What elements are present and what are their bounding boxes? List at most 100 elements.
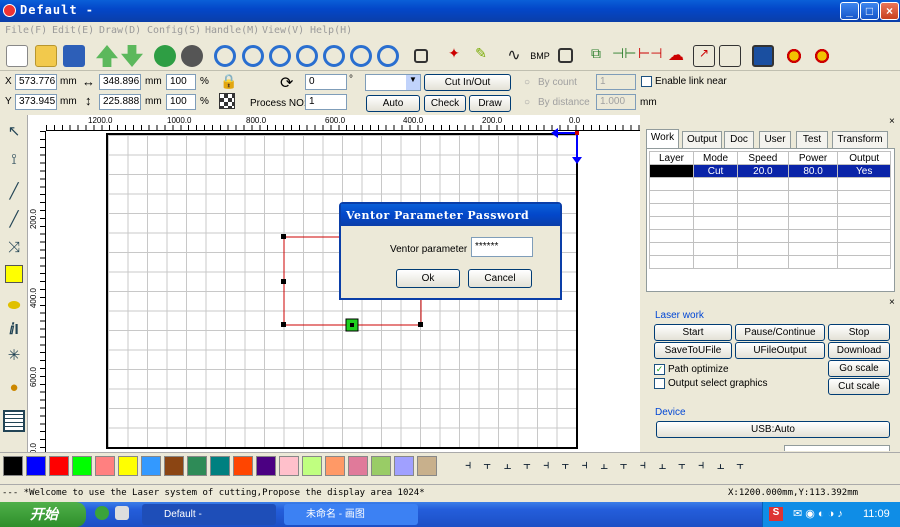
tab-doc[interactable]: Doc [724, 131, 754, 148]
close-button[interactable]: × [880, 2, 899, 20]
array-icon[interactable] [3, 410, 25, 432]
x-field[interactable]: 573.776 [15, 74, 57, 90]
desktop-icon[interactable] [115, 506, 129, 520]
select-box-icon[interactable] [414, 49, 428, 63]
auto-button[interactable]: Auto [366, 95, 420, 112]
save-icon[interactable] [63, 45, 85, 67]
ie-icon[interactable] [95, 506, 109, 520]
laser-head-icon[interactable] [783, 45, 805, 67]
by-count-radio[interactable]: ○ [524, 77, 530, 88]
save-to-ufile-button[interactable]: SaveToUFile [654, 342, 732, 359]
color-swatch[interactable] [95, 456, 115, 476]
task-paint[interactable]: 未命名 - 画图 [284, 504, 418, 525]
by-distance-field[interactable]: 1.000 [596, 94, 636, 110]
scale-y-field[interactable]: 100 [166, 94, 196, 110]
point-icon[interactable]: ✦ [443, 45, 465, 67]
tray-s-icon[interactable]: S [769, 507, 783, 521]
path-optimize-checkbox[interactable]: ✓ [654, 364, 665, 375]
ellipse-icon[interactable]: ⬬ [3, 295, 25, 317]
minimize-button[interactable]: _ [840, 2, 859, 20]
zoom-all-icon[interactable] [377, 45, 399, 67]
distribute-icon[interactable]: ⊢⊣ [638, 45, 662, 67]
new-file-icon[interactable] [6, 45, 28, 67]
zoom-icon[interactable] [214, 45, 236, 67]
pen-icon[interactable]: ✎ [470, 45, 492, 67]
color-swatch[interactable] [164, 456, 184, 476]
draw-button[interactable]: Draw [469, 95, 511, 112]
undo-icon[interactable] [154, 45, 176, 67]
table-row[interactable]: Cut 20.0 80.0 Yes [648, 164, 891, 178]
frame-icon[interactable] [558, 48, 573, 63]
color-swatch[interactable] [3, 456, 23, 476]
tab-transform[interactable]: Transform [832, 131, 888, 148]
properties-icon[interactable] [719, 45, 741, 67]
tab-user[interactable]: User [759, 131, 791, 148]
ufile-output-button[interactable]: UFileOutput [735, 342, 825, 359]
color-swatch[interactable] [348, 456, 368, 476]
zoom-fit-icon[interactable] [296, 45, 318, 67]
bmp-icon[interactable]: BMP [529, 45, 551, 67]
zoom-page-icon[interactable] [323, 45, 345, 67]
color-swatch[interactable] [256, 456, 276, 476]
laser-head-2-icon[interactable] [811, 45, 833, 67]
cancel-button[interactable]: Cancel [468, 269, 532, 288]
cut-scale-button[interactable]: Cut scale [828, 378, 890, 395]
speed-cell[interactable]: 20.0 [737, 164, 789, 178]
task-default[interactable]: Default - [142, 504, 276, 525]
y-field[interactable]: 373.945 [15, 94, 57, 110]
curve-icon[interactable]: ∿ [503, 45, 525, 67]
line-icon[interactable]: ╱ [3, 181, 25, 203]
chevron-down-icon[interactable]: ▼ [406, 75, 420, 90]
menu-handle[interactable]: Handle(M) [205, 25, 259, 36]
usb-auto-button[interactable]: USB:Auto [656, 421, 890, 438]
color-swatch[interactable] [325, 456, 345, 476]
node-edit-icon[interactable]: ⟟ [3, 149, 25, 171]
ok-button[interactable]: Ok [396, 269, 460, 288]
monitor-icon[interactable] [752, 45, 774, 67]
go-scale-button[interactable]: Go scale [828, 360, 890, 377]
stop-button[interactable]: Stop [828, 324, 890, 341]
by-count-field[interactable]: 1 [596, 74, 636, 90]
color-swatch[interactable] [394, 456, 414, 476]
color-swatch[interactable] [279, 456, 299, 476]
open-folder-icon[interactable] [35, 45, 57, 67]
grid-select-icon[interactable] [219, 93, 235, 109]
export-icon[interactable] [121, 45, 143, 67]
menu-file[interactable]: File(F) [5, 25, 47, 36]
star-icon[interactable]: ✳ [3, 345, 25, 367]
layer-color-swatch[interactable] [648, 164, 695, 178]
by-distance-radio[interactable]: ○ [524, 97, 530, 108]
redo-icon[interactable] [181, 45, 203, 67]
width-field[interactable]: 348.896 [99, 74, 141, 90]
start-button-os[interactable]: 开始 [0, 502, 86, 527]
height-field[interactable]: 225.888 [99, 94, 141, 110]
color-swatch[interactable] [72, 456, 92, 476]
tab-work[interactable]: Work [646, 129, 679, 148]
password-field[interactable]: ****** [471, 237, 533, 257]
zoom-in-icon[interactable] [242, 45, 264, 67]
align-h-icon[interactable]: ⊣⊢ [612, 45, 636, 67]
import-icon[interactable] [96, 45, 118, 67]
polyline-icon[interactable]: ╱ [3, 209, 25, 231]
process-no-field[interactable]: 1 [305, 94, 347, 110]
color-swatch[interactable] [371, 456, 391, 476]
color-swatch[interactable] [302, 456, 322, 476]
menu-help[interactable]: Help(H) [310, 25, 352, 36]
layer-dropdown[interactable]: ▼ [365, 74, 421, 91]
tab-output[interactable]: Output [682, 131, 722, 148]
check-button[interactable]: Check [424, 95, 466, 112]
color-swatch[interactable] [49, 456, 69, 476]
color-swatch[interactable] [233, 456, 253, 476]
rotate-field[interactable]: 0 [305, 74, 347, 90]
cut-inout-button[interactable]: Cut In/Out [424, 74, 511, 91]
menu-edit[interactable]: Edit(E) [52, 25, 94, 36]
color-swatch[interactable] [141, 456, 161, 476]
output-select-checkbox[interactable] [654, 378, 665, 389]
start-button[interactable]: Start [654, 324, 732, 341]
cloud-icon[interactable]: ☁ [665, 45, 687, 67]
laser-panel-close-icon[interactable]: × [889, 297, 895, 308]
menu-config[interactable]: Config(S) [147, 25, 201, 36]
color-swatch[interactable] [118, 456, 138, 476]
select-arrow-icon[interactable]: ↖ [3, 121, 25, 143]
pause-continue-button[interactable]: Pause/Continue [735, 324, 825, 341]
